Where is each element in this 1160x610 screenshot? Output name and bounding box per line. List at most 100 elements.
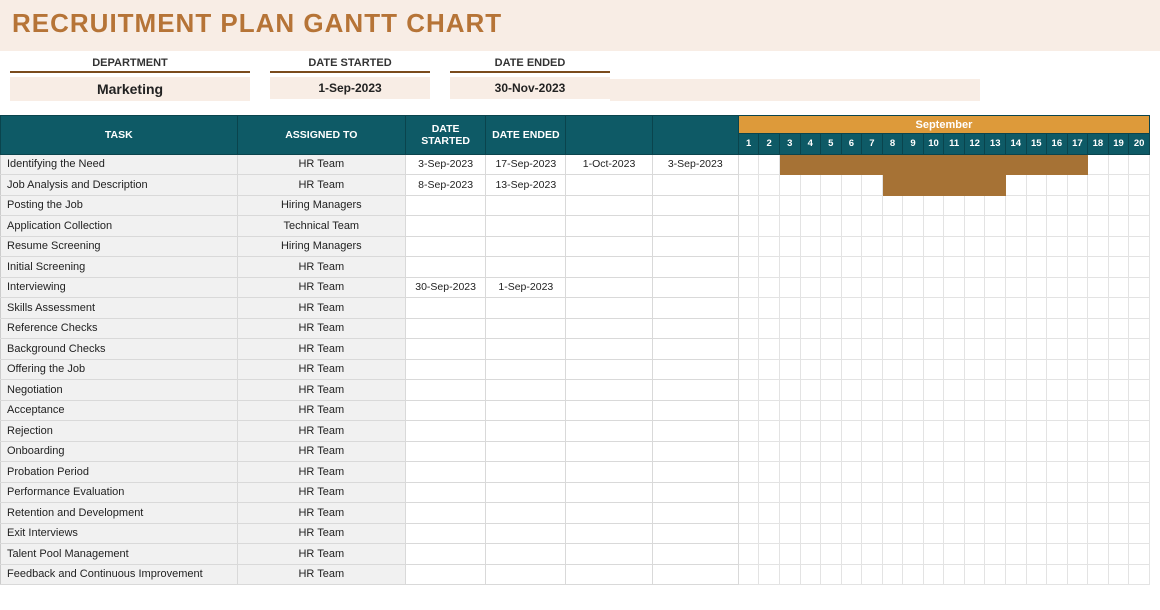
cell-extra1[interactable]: 1-Oct-2023: [566, 154, 652, 175]
gantt-day-cell[interactable]: [1067, 400, 1088, 421]
cell-task[interactable]: Acceptance: [1, 400, 238, 421]
cell-date-started[interactable]: [406, 523, 486, 544]
gantt-day-cell[interactable]: [1108, 318, 1129, 339]
gantt-day-cell[interactable]: [1005, 216, 1026, 237]
gantt-day-cell[interactable]: [821, 400, 842, 421]
gantt-day-cell[interactable]: [862, 236, 883, 257]
gantt-day-cell[interactable]: [923, 359, 944, 380]
table-row[interactable]: Talent Pool ManagementHR Team: [1, 544, 1150, 565]
gantt-day-cell[interactable]: [1129, 441, 1150, 462]
gantt-day-cell[interactable]: [738, 195, 759, 216]
gantt-day-cell[interactable]: [882, 544, 903, 565]
gantt-day-cell[interactable]: [821, 216, 842, 237]
gantt-day-cell[interactable]: [944, 154, 965, 175]
table-row[interactable]: Application CollectionTechnical Team: [1, 216, 1150, 237]
gantt-day-cell[interactable]: [1108, 257, 1129, 278]
gantt-day-cell[interactable]: [1026, 216, 1047, 237]
gantt-day-cell[interactable]: [964, 400, 985, 421]
gantt-day-cell[interactable]: [923, 503, 944, 524]
gantt-day-cell[interactable]: [944, 462, 965, 483]
gantt-day-cell[interactable]: [985, 154, 1006, 175]
gantt-day-cell[interactable]: [1026, 400, 1047, 421]
cell-date-started[interactable]: [406, 195, 486, 216]
gantt-day-cell[interactable]: [1067, 216, 1088, 237]
cell-extra2[interactable]: [652, 421, 738, 442]
meta-value-department[interactable]: Marketing: [10, 77, 250, 101]
gantt-day-cell[interactable]: [1088, 482, 1109, 503]
gantt-day-cell[interactable]: [903, 175, 924, 196]
cell-assigned[interactable]: HR Team: [237, 175, 405, 196]
gantt-day-cell[interactable]: [1067, 544, 1088, 565]
cell-extra1[interactable]: [566, 236, 652, 257]
gantt-day-cell[interactable]: [1108, 359, 1129, 380]
gantt-day-cell[interactable]: [738, 564, 759, 585]
cell-assigned[interactable]: HR Team: [237, 339, 405, 360]
gantt-day-cell[interactable]: [1108, 216, 1129, 237]
gantt-day-cell[interactable]: [923, 441, 944, 462]
gantt-day-cell[interactable]: [800, 523, 821, 544]
gantt-day-cell[interactable]: [1067, 236, 1088, 257]
cell-extra2[interactable]: [652, 318, 738, 339]
gantt-day-cell[interactable]: [985, 339, 1006, 360]
gantt-day-cell[interactable]: [862, 195, 883, 216]
cell-extra1[interactable]: [566, 380, 652, 401]
cell-date-started[interactable]: [406, 257, 486, 278]
cell-task[interactable]: Talent Pool Management: [1, 544, 238, 565]
gantt-day-cell[interactable]: [821, 195, 842, 216]
gantt-day-cell[interactable]: [1108, 400, 1129, 421]
table-row[interactable]: Reference ChecksHR Team: [1, 318, 1150, 339]
gantt-day-cell[interactable]: [841, 482, 862, 503]
gantt-day-cell[interactable]: [1108, 544, 1129, 565]
gantt-day-cell[interactable]: [738, 380, 759, 401]
gantt-day-cell[interactable]: [1047, 154, 1068, 175]
gantt-day-cell[interactable]: [1067, 298, 1088, 319]
gantt-day-cell[interactable]: [985, 482, 1006, 503]
cell-task[interactable]: Exit Interviews: [1, 523, 238, 544]
cell-extra2[interactable]: [652, 339, 738, 360]
gantt-day-cell[interactable]: [944, 441, 965, 462]
gantt-day-cell[interactable]: [1047, 175, 1068, 196]
gantt-day-cell[interactable]: [779, 339, 800, 360]
cell-date-started[interactable]: 30-Sep-2023: [406, 277, 486, 298]
gantt-day-cell[interactable]: [903, 257, 924, 278]
gantt-day-cell[interactable]: [821, 523, 842, 544]
gantt-day-cell[interactable]: [1047, 318, 1068, 339]
gantt-day-cell[interactable]: [903, 154, 924, 175]
cell-date-ended[interactable]: [486, 544, 566, 565]
gantt-day-cell[interactable]: [903, 236, 924, 257]
gantt-day-cell[interactable]: [738, 544, 759, 565]
gantt-day-cell[interactable]: [1067, 195, 1088, 216]
cell-date-ended[interactable]: [486, 339, 566, 360]
gantt-day-cell[interactable]: [738, 523, 759, 544]
gantt-day-cell[interactable]: [882, 503, 903, 524]
cell-extra1[interactable]: [566, 462, 652, 483]
table-row[interactable]: InterviewingHR Team30-Sep-20231-Sep-2023: [1, 277, 1150, 298]
gantt-day-cell[interactable]: [903, 277, 924, 298]
gantt-day-cell[interactable]: [923, 400, 944, 421]
gantt-day-cell[interactable]: [779, 154, 800, 175]
gantt-day-cell[interactable]: [964, 503, 985, 524]
gantt-day-cell[interactable]: [985, 175, 1006, 196]
gantt-day-cell[interactable]: [779, 318, 800, 339]
gantt-day-cell[interactable]: [1108, 380, 1129, 401]
gantt-day-cell[interactable]: [1026, 564, 1047, 585]
gantt-day-cell[interactable]: [964, 318, 985, 339]
gantt-day-cell[interactable]: [882, 564, 903, 585]
cell-date-ended[interactable]: [486, 462, 566, 483]
gantt-day-cell[interactable]: [1088, 236, 1109, 257]
table-row[interactable]: AcceptanceHR Team: [1, 400, 1150, 421]
cell-task[interactable]: Resume Screening: [1, 236, 238, 257]
gantt-day-cell[interactable]: [821, 175, 842, 196]
gantt-day-cell[interactable]: [1005, 421, 1026, 442]
gantt-day-cell[interactable]: [759, 482, 780, 503]
gantt-day-cell[interactable]: [1005, 359, 1026, 380]
gantt-day-cell[interactable]: [1129, 277, 1150, 298]
gantt-day-cell[interactable]: [903, 380, 924, 401]
gantt-day-cell[interactable]: [923, 257, 944, 278]
gantt-day-cell[interactable]: [759, 277, 780, 298]
gantt-day-cell[interactable]: [1088, 154, 1109, 175]
table-row[interactable]: Job Analysis and DescriptionHR Team8-Sep…: [1, 175, 1150, 196]
gantt-day-cell[interactable]: [800, 318, 821, 339]
gantt-day-cell[interactable]: [882, 462, 903, 483]
gantt-day-cell[interactable]: [1047, 564, 1068, 585]
